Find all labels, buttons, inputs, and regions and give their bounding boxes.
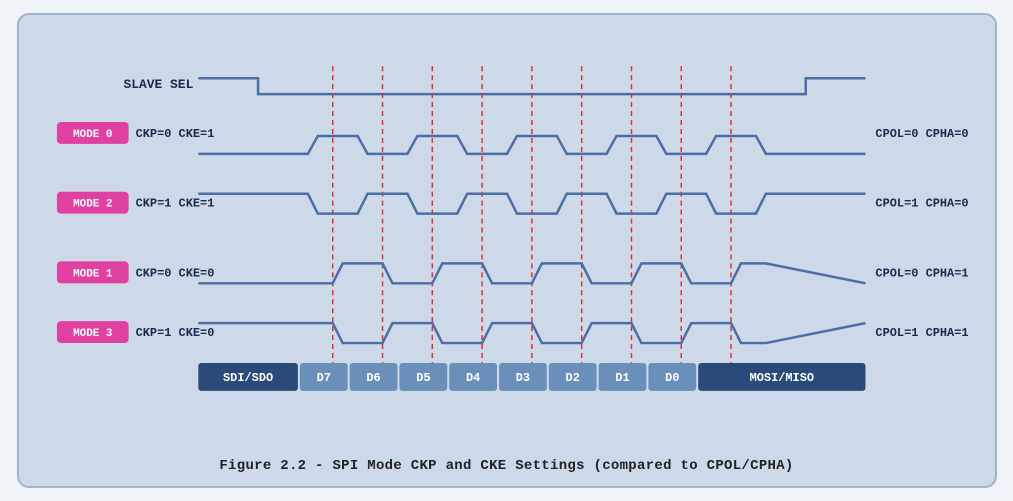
mode0-params: CKP=0 CKE=1	[135, 127, 214, 141]
d6-label: D6	[366, 371, 380, 385]
d1-label: D1	[615, 371, 629, 385]
mosi-miso-label: MOSI/MISO	[749, 371, 813, 385]
mode3-badge: MODE 3	[73, 328, 113, 340]
mode2-params: CKP=1 CKE=1	[135, 197, 214, 211]
figure-caption: Figure 2.2 - SPI Mode CKP and CKE Settin…	[219, 458, 793, 474]
d5-label: D5	[416, 371, 430, 385]
diagram-container: SLAVE SEL MODE 0 CKP=0 CKE=1	[17, 13, 997, 488]
d2-label: D2	[565, 371, 579, 385]
mode3-right: CPOL=1 CPHA=1	[875, 326, 968, 340]
sdi-sdo-label: SDI/SDO	[223, 371, 273, 385]
mode0-right: CPOL=0 CPHA=0	[875, 127, 968, 141]
diagram-area: SLAVE SEL MODE 0 CKP=0 CKE=1	[39, 33, 975, 448]
d7-label: D7	[316, 371, 330, 385]
mode1-right: CPOL=0 CPHA=1	[875, 266, 968, 280]
mode1-badge: MODE 1	[73, 268, 113, 280]
mode2-badge: MODE 2	[73, 199, 112, 211]
d0-label: D0	[665, 371, 679, 385]
mode2-right: CPOL=1 CPHA=0	[875, 197, 968, 211]
slave-sel-label: SLAVE SEL	[123, 77, 193, 92]
d4-label: D4	[465, 371, 479, 385]
mode3-params: CKP=1 CKE=0	[135, 326, 214, 340]
mode1-params: CKP=0 CKE=0	[135, 266, 214, 280]
mode0-badge: MODE 0	[73, 129, 112, 141]
d3-label: D3	[515, 371, 529, 385]
